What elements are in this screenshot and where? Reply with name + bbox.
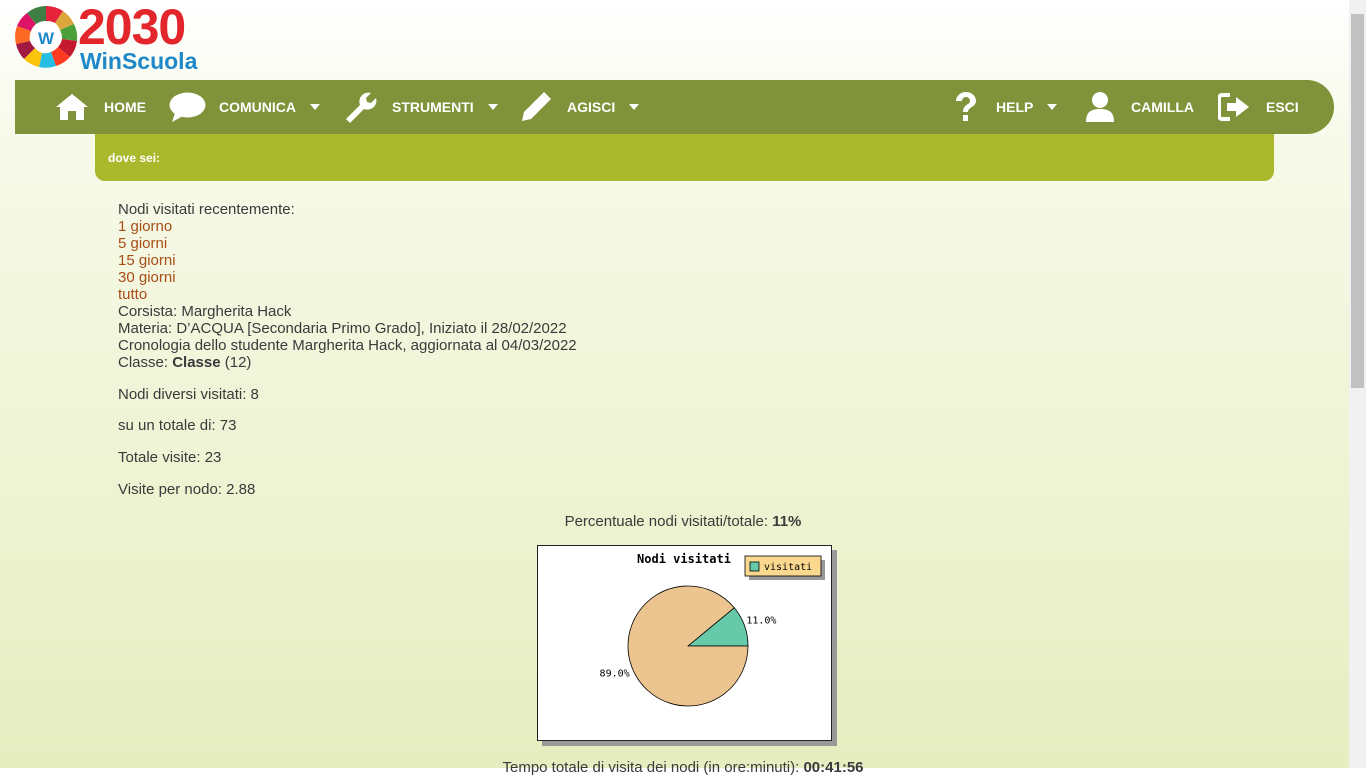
chevron-down-icon [1047, 104, 1058, 110]
winscuola-logo[interactable]: W 2030 WinScuola [14, 0, 214, 74]
nav-logout-label: ESCI [1266, 99, 1299, 115]
cronologia-text: Cronologia dello studente Margherita Hac… [118, 337, 577, 354]
corsista-text: Corsista: Margherita Hack [118, 303, 292, 320]
chevron-down-icon [629, 104, 640, 110]
stat-nodi-diversi: Nodi diversi visitati: 8 [118, 386, 259, 403]
nav-strumenti[interactable]: STRUMENTI [343, 80, 498, 134]
user-icon [1086, 92, 1114, 122]
stat-visite-per-nodo: Visite per nodo: 2.88 [118, 481, 256, 498]
scrollbar-thumb[interactable] [1351, 14, 1364, 388]
logo-letter: W [38, 29, 55, 48]
pie-slice [627, 585, 749, 707]
link-1-giorno[interactable]: 1 giorno [118, 218, 577, 235]
nav-user-label: CAMILLA [1131, 99, 1194, 115]
logout-icon [1218, 93, 1249, 121]
nav-user[interactable]: CAMILLA [1085, 80, 1194, 134]
link-tutto[interactable]: tutto [118, 286, 577, 303]
chart-title: Nodi visitati [637, 552, 731, 566]
nav-strumenti-label: STRUMENTI [392, 99, 474, 115]
nav-agisci[interactable]: AGISCI [520, 80, 640, 134]
breadcrumb: dove sei: [95, 134, 1274, 181]
percent-line: Percentuale nodi visitati/totale: 11% [564, 513, 802, 530]
sdg-wheel-icon: W [15, 5, 78, 68]
pie-chart-svg: Nodi visitati 11.0% 89.0% visitati [600, 552, 825, 707]
page-scrollbar[interactable] [1349, 0, 1366, 768]
percent-value: 11% [772, 513, 802, 530]
materia-text: Materia: D’ACQUA [Secondaria Primo Grado… [118, 320, 567, 337]
home-icon [56, 94, 88, 120]
wrench-icon [346, 92, 377, 123]
pie-data-label: 11.0% [746, 616, 776, 627]
classe-name: Classe [172, 354, 221, 371]
main-navbar: HOME COMUNICA STRUMENTI AGISCI HELP CAMI… [15, 80, 1334, 134]
pie-chart: Nodi visitati 11.0% 89.0% visitati [537, 545, 832, 741]
pencil-icon [522, 92, 551, 121]
nav-home[interactable]: HOME [55, 80, 146, 134]
nav-help-label: HELP [996, 99, 1034, 115]
nav-home-label: HOME [104, 99, 146, 115]
chevron-down-icon [487, 104, 498, 110]
link-15-giorni[interactable]: 15 giorni [118, 252, 577, 269]
recent-heading: Nodi visitati recentemente: [118, 201, 295, 218]
chat-icon [169, 92, 206, 122]
link-5-giorni[interactable]: 5 giorni [118, 235, 577, 252]
breadcrumb-label: dove sei: [108, 151, 161, 165]
stat-totale-visite: Totale visite: 23 [118, 449, 222, 466]
nav-help[interactable]: HELP [955, 80, 1058, 134]
nav-comunica-label: COMUNICA [219, 99, 296, 115]
nav-comunica[interactable]: COMUNICA [169, 80, 320, 134]
logo-brand: WinScuola [80, 48, 198, 74]
stat-totale-di: su un totale di: 73 [118, 417, 237, 434]
legend-label: visitati [764, 562, 812, 573]
nav-agisci-label: AGISCI [567, 99, 616, 115]
chart-legend: visitati [744, 555, 825, 580]
legend-swatch [749, 561, 760, 572]
link-30-giorni[interactable]: 30 giorni [118, 269, 577, 286]
history-info: Nodi visitati recentemente: 1 giorno 5 g… [118, 201, 577, 371]
chevron-down-icon [310, 104, 320, 110]
nav-logout[interactable]: ESCI [1218, 80, 1299, 134]
question-icon [956, 92, 976, 121]
classe-text: Classe: Classe (12) [118, 354, 252, 371]
pie-data-label: 89.0% [600, 668, 630, 679]
